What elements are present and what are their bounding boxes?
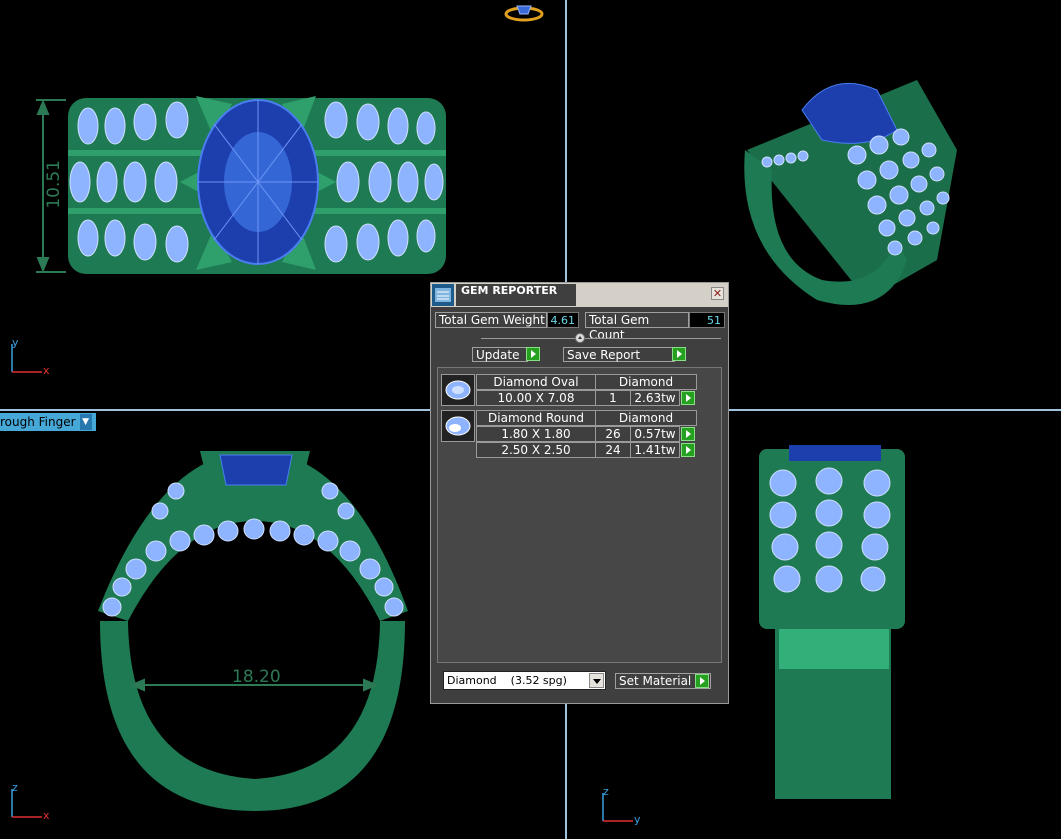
panel-titlebar[interactable]: GEM REPORTER ✕ (431, 283, 728, 307)
material-select-value: Diamond (3.52 spg) (447, 674, 567, 687)
total-gem-count-value: 51 (689, 312, 725, 328)
gem-weight: 0.57tw (630, 426, 680, 442)
dimension-height-label: 10.51 (44, 160, 64, 209)
axis-z-label: z (603, 785, 609, 798)
axis-x-label: x (43, 364, 50, 377)
gem-reporter-icon (432, 284, 454, 306)
group-material: Diamond (595, 410, 697, 426)
gem-reporter-panel[interactable]: GEM REPORTER ✕ Total Gem Weight 4.61 Tot… (430, 282, 729, 704)
update-go-icon[interactable] (526, 347, 540, 361)
collapse-toggle-icon[interactable] (575, 333, 585, 343)
group-name: Diamond Oval (476, 374, 596, 390)
group-material: Diamond (595, 374, 697, 390)
save-report-button[interactable]: Save Report (563, 347, 675, 362)
gem-count: 26 (595, 426, 631, 442)
save-report-go-icon[interactable] (672, 347, 686, 361)
gem-weight: 2.63tw (630, 390, 680, 406)
close-button[interactable]: ✕ (711, 287, 724, 300)
gem-count: 24 (595, 442, 631, 458)
close-icon: ✕ (712, 287, 723, 300)
gem-list[interactable]: Diamond Oval Diamond 10.00 X 7.08 1 2.63… (437, 367, 722, 663)
axis-x-label: x (43, 809, 50, 822)
row-go-icon[interactable] (681, 427, 695, 441)
view-mode-dropdown[interactable]: rough Finger ▼ (0, 413, 96, 431)
round-gem-thumbnail-icon[interactable] (441, 410, 475, 442)
axis-y-label: y (634, 813, 641, 826)
gem-weight: 1.41tw (630, 442, 680, 458)
chevron-down-icon[interactable] (589, 673, 604, 688)
gem-size: 10.00 X 7.08 (476, 390, 596, 406)
update-button[interactable]: Update (472, 347, 528, 362)
set-material-go-icon[interactable] (695, 674, 709, 688)
gem-size: 1.80 X 1.80 (476, 426, 596, 442)
gem-count: 1 (595, 390, 631, 406)
oval-gem-thumbnail-icon[interactable] (441, 374, 475, 406)
chevron-down-icon[interactable]: ▼ (79, 414, 92, 430)
gem-size: 2.50 X 2.50 (476, 442, 596, 458)
row-go-icon[interactable] (681, 391, 695, 405)
material-select[interactable]: Diamond (3.52 spg) (443, 671, 606, 690)
dimension-width-label: 18.20 (232, 667, 281, 687)
group-name: Diamond Round (476, 410, 596, 426)
axis-y-label: y (12, 336, 19, 349)
total-gem-weight-value: 4.61 (547, 312, 579, 328)
divider (481, 338, 721, 339)
row-go-icon[interactable] (681, 443, 695, 457)
view-mode-label: rough Finger (0, 415, 76, 429)
axis-z-label: z (12, 781, 18, 794)
total-gem-count-label: Total Gem Count (585, 312, 689, 342)
total-gem-weight-label: Total Gem Weight (435, 312, 547, 328)
panel-title: GEM REPORTER (461, 284, 558, 297)
